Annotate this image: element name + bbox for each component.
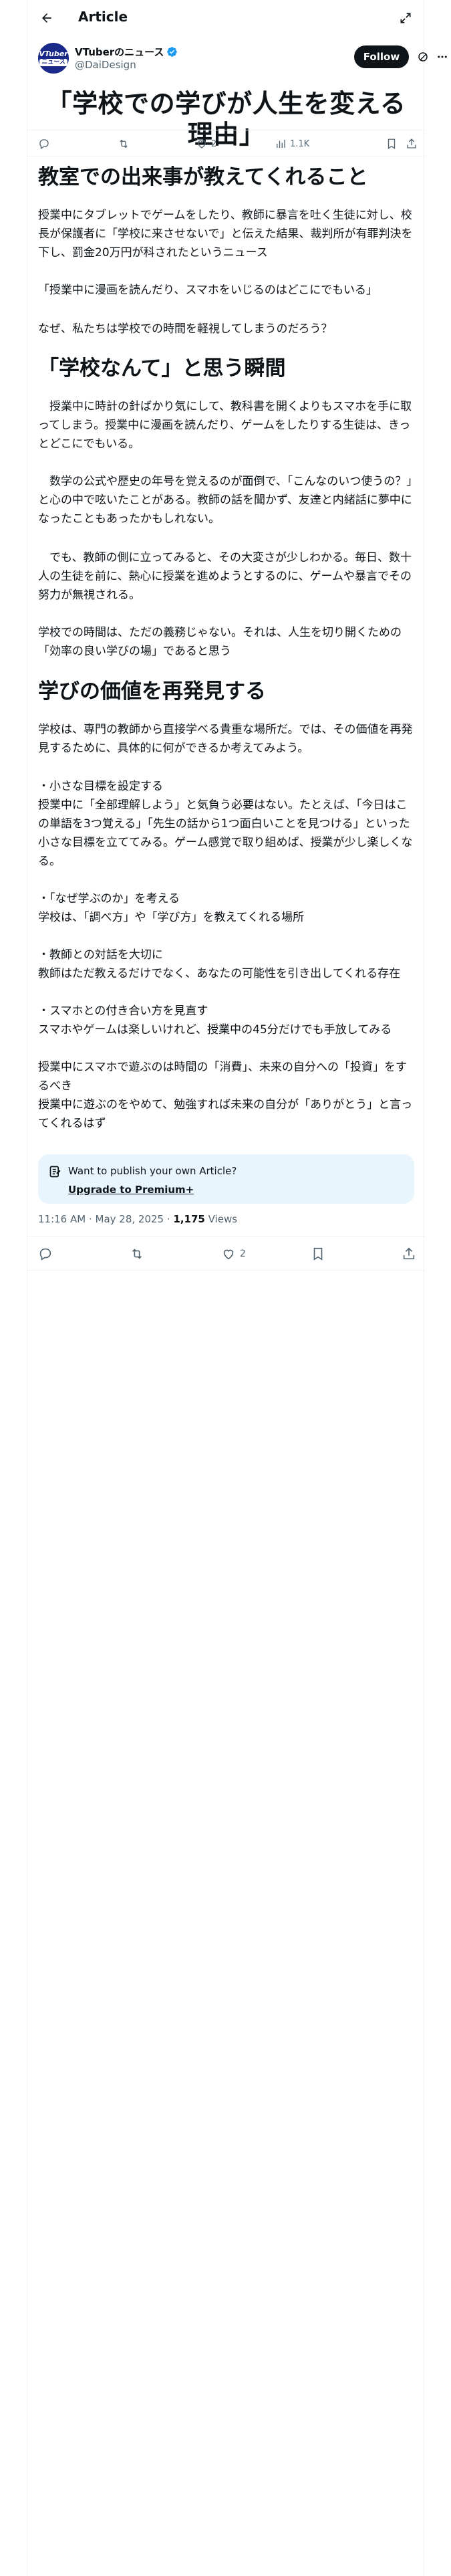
- back-button[interactable]: [37, 8, 57, 28]
- author-row: VTuber ニュース VTuberのニュース @DaiDesign Follo…: [38, 43, 447, 74]
- repost-button[interactable]: [118, 136, 133, 152]
- top-bar: Article: [27, 0, 425, 35]
- more-icon: [438, 56, 447, 58]
- bookmark-button[interactable]: [386, 136, 398, 152]
- paragraph: 数学の公式や歴史の年号を覚えるのが面倒で、「こんなのいつ使うの？」と心の中で呟い…: [38, 475, 412, 526]
- post-meta: 11:16 AM · May 28, 2025 · 1,175 Views: [38, 1213, 237, 1225]
- repost-icon: [120, 139, 128, 148]
- paragraph: 学校での時間は、ただの義務じゃない。それは、人生を切り開くための「効率の良い学び…: [38, 626, 402, 658]
- share-icon: [403, 1247, 415, 1260]
- section-heading: 学びの価値を再発見する: [38, 679, 266, 704]
- analytics-icon: [277, 140, 285, 148]
- paragraph: なぜ、私たちは学校での時間を軽視してしまうのだろう？: [38, 322, 333, 336]
- promo-text: Want to publish your own Article?: [68, 1165, 237, 1177]
- expand-icon: [400, 13, 411, 23]
- author-handle[interactable]: @DaiDesign: [75, 59, 136, 71]
- verified-badge-icon: [167, 47, 178, 57]
- paragraph: 授業中に時計の針ばかり気にして、教科書を開くよりもスマホを手に取ってしまう。授業…: [38, 400, 412, 451]
- section-heading: 「学校なんて」と思う瞬間: [38, 356, 286, 381]
- back-arrow-icon: [42, 13, 51, 23]
- section-heading: 教室での出来事が教えてくれること: [38, 165, 368, 189]
- action-bar-bottom: 2: [27, 1236, 425, 1271]
- reply-button[interactable]: [38, 136, 50, 152]
- expand-button[interactable]: [396, 8, 416, 28]
- paragraph: ・スマホとの付き合い方を見直す スマホやゲームは楽しいけれど、授業中の45分だけ…: [38, 1004, 392, 1037]
- paragraph: 「授業中に漫画を読んだり、スマホをいじるのはどこにでもいる」: [38, 284, 378, 297]
- avatar-text-bottom: ニュース: [39, 59, 67, 66]
- paragraph: 学校は、専門の教師から直接学べる貴重な場所だ。では、その価値を再発見するために、…: [38, 723, 413, 755]
- article-icon: [49, 1166, 61, 1178]
- action-bar-top: 2 1.1K: [27, 130, 425, 156]
- reply-icon: [39, 1248, 51, 1261]
- views-label: Views: [204, 1213, 238, 1225]
- views-total: 1,175: [173, 1213, 205, 1225]
- grok-icon: [418, 52, 428, 62]
- views-button[interactable]: 1.1K: [275, 136, 309, 152]
- paragraph: 授業中にタブレットでゲームをしたり、教師に暴言を吐く生徒に対し、校長が保護者に「…: [38, 209, 413, 259]
- repost-icon: [132, 1249, 142, 1259]
- page-title: Article: [78, 9, 128, 25]
- post-timestamp[interactable]: 11:16 AM · May 28, 2025 ·: [38, 1213, 173, 1225]
- share-button[interactable]: [402, 1246, 416, 1262]
- heart-icon: [223, 1249, 234, 1260]
- more-options-button[interactable]: [434, 49, 450, 64]
- share-icon: [407, 138, 416, 148]
- like-button[interactable]: 2: [196, 136, 216, 152]
- avatar[interactable]: VTuber ニュース: [38, 43, 69, 74]
- heart-icon: [198, 140, 206, 148]
- author-name-text: VTuberのニュース: [75, 46, 164, 58]
- like-count: 2: [211, 138, 217, 149]
- bookmark-icon: [388, 138, 396, 150]
- repost-button[interactable]: [130, 1246, 144, 1262]
- paragraph: でも、教師の側に立ってみると、その大変さが少しわかる。毎日、数十人の生徒を前に、…: [38, 551, 412, 602]
- bookmark-icon: [313, 1247, 323, 1261]
- bookmark-button[interactable]: [311, 1246, 325, 1262]
- follow-button[interactable]: Follow: [354, 45, 409, 68]
- paragraph: ・教師との対話を大切に 教師はただ教えるだけでなく、あなたの可能性を引き出してく…: [38, 948, 401, 980]
- share-button[interactable]: [406, 136, 418, 152]
- reply-icon: [39, 139, 49, 149]
- author-name[interactable]: VTuberのニュース: [75, 45, 178, 59]
- premium-promo: Want to publish your own Article? Upgrad…: [38, 1154, 414, 1204]
- upgrade-link[interactable]: Upgrade to Premium+: [68, 1184, 194, 1196]
- grok-button[interactable]: [416, 49, 430, 64]
- paragraph: ・小さな目標を設定する 授業中に「全部理解しよう」と気負う必要はない。たとえば、…: [38, 780, 413, 868]
- reply-button[interactable]: [38, 1246, 53, 1262]
- paragraph: 授業中にスマホで遊ぶのは時間の「消費」、未来の自分への「投資」をするべき 授業中…: [38, 1061, 413, 1130]
- like-count: 2: [240, 1249, 246, 1259]
- paragraph: ・「なぜ学ぶのか」を考える 学校は、「調べ方」や「学び方」を教えてくれる場所: [38, 892, 305, 924]
- avatar-text-top: VTuber: [39, 49, 68, 58]
- like-button[interactable]: 2: [221, 1246, 246, 1262]
- article-column: Article VTuber ニュース VTuberのニュース @DaiDesi…: [27, 0, 447, 2576]
- views-count: 1.1K: [290, 138, 310, 149]
